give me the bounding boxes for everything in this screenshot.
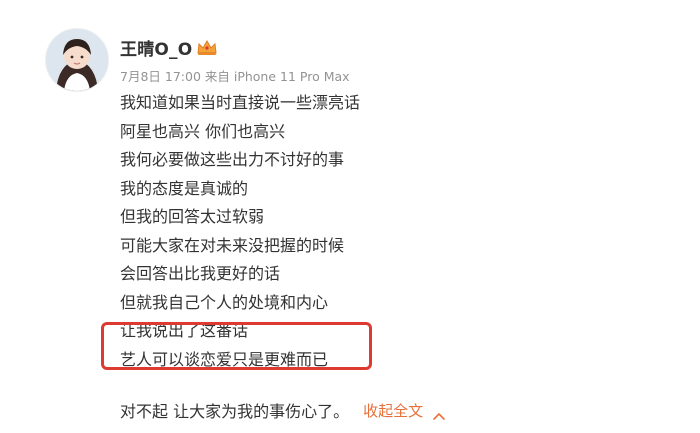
chevron-up-icon	[433, 406, 445, 420]
content-line: 但我的回答太过软弱	[120, 207, 265, 226]
collapse-label: 收起全文	[363, 401, 424, 420]
username[interactable]: 王晴O_O	[120, 35, 192, 60]
content-line: 我何必要做这些出力不讨好的事	[120, 150, 345, 169]
content-line: 可能大家在对未来没把握的时候	[120, 235, 345, 255]
weibo-post: 王晴O_O 7月8日 17:00 来自 iPhone 11 Pro Max 我知…	[0, 0, 700, 433]
content-line: 但就我自己个人的处境和内心	[120, 292, 329, 312]
content-line: 阿星也高兴 你们也高兴	[120, 121, 286, 141]
avatar[interactable]	[45, 28, 109, 92]
post-meta: 7月8日 17:00 来自 iPhone 11 Pro Max	[120, 69, 350, 84]
content-line: 会回答出比我更好的话	[120, 264, 281, 283]
post-last-line: 对不起 让大家为我的事伤心了。 收起全文	[120, 397, 445, 423]
content-line: 我的态度是真诚的	[120, 178, 249, 198]
post-content: 我知道如果当时直接说一些漂亮话 阿星也高兴 你们也高兴 我何必要做这些出力不讨好…	[120, 89, 360, 374]
content-line: 让我说出了这番话	[120, 321, 249, 340]
content-line: 我知道如果当时直接说一些漂亮话	[120, 93, 361, 112]
username-row: 王晴O_O	[120, 35, 218, 60]
collapse-button[interactable]: 收起全文	[363, 400, 445, 421]
closing-text: 对不起 让大家为我的事伤心了。	[120, 402, 350, 421]
crown-badge-icon[interactable]	[196, 38, 218, 56]
content-line-highlighted: 艺人可以谈恋爱只是更难而已	[120, 349, 329, 369]
